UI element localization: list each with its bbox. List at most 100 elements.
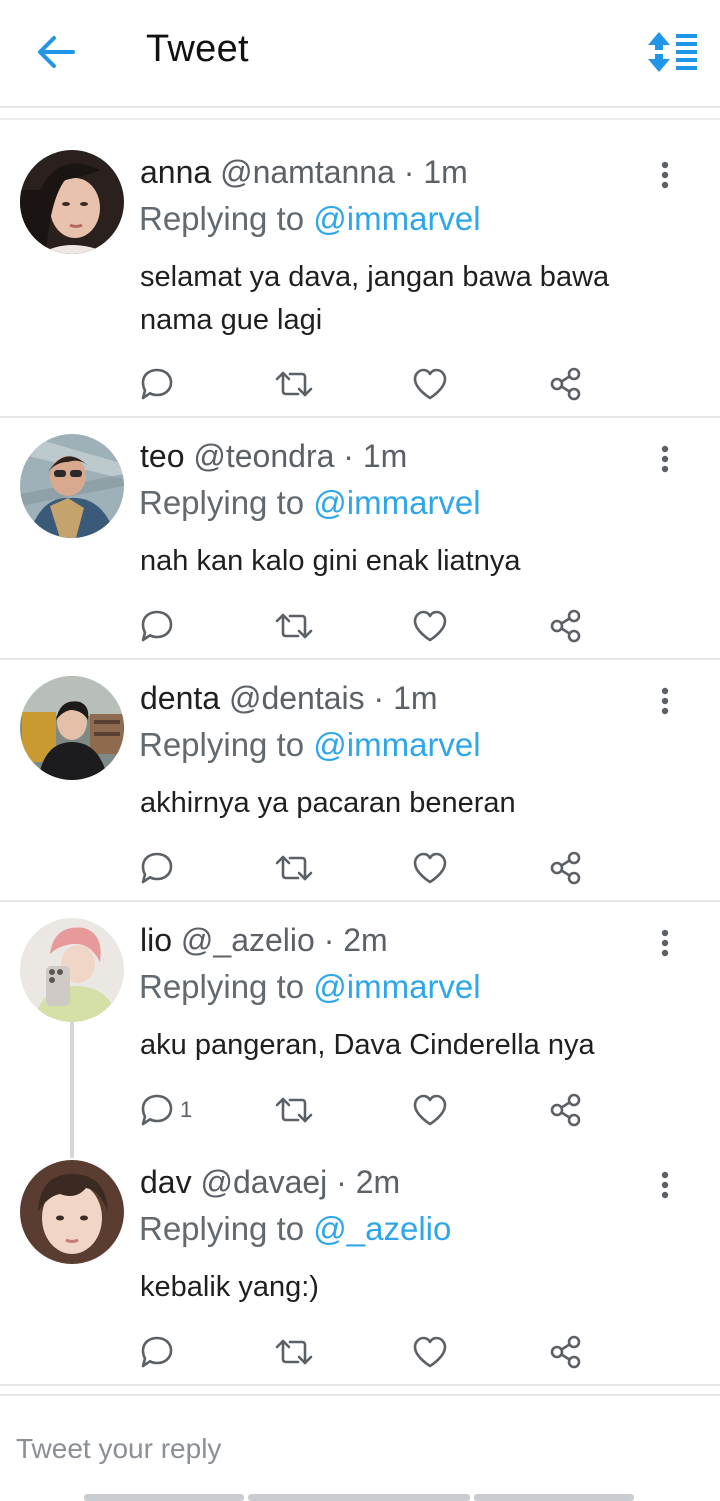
author-handle[interactable]: @davaej <box>200 1164 327 1200</box>
like-icon <box>413 368 447 400</box>
author-handle[interactable]: @_azelio <box>181 922 315 958</box>
like-button[interactable] <box>412 1332 448 1372</box>
replying-to-line: Replying to @immarvel <box>139 968 481 1006</box>
mention-link[interactable]: @immarvel <box>313 726 480 763</box>
nav-bar-segment <box>474 1494 634 1501</box>
author-handle[interactable]: @dentais <box>229 680 365 716</box>
avatar[interactable] <box>20 434 124 538</box>
reply-meta: dav @davaej · 2m <box>140 1164 400 1201</box>
replying-prefix: Replying to <box>139 200 305 237</box>
reply-count: 1 <box>180 1097 193 1122</box>
author-handle[interactable]: @teondra <box>193 438 334 474</box>
comment-button[interactable] <box>138 606 180 646</box>
more-options-button[interactable] <box>650 923 680 963</box>
meta-separator: · <box>336 1164 347 1200</box>
timestamp: 1m <box>362 438 408 474</box>
retweet-button[interactable] <box>274 1332 314 1372</box>
more-vertical-icon <box>661 687 669 715</box>
replying-prefix: Replying to <box>139 968 305 1005</box>
avatar-image <box>20 918 124 1022</box>
more-vertical-icon <box>661 161 669 189</box>
retweet-button[interactable] <box>274 848 314 888</box>
share-icon <box>550 609 581 643</box>
author-name[interactable]: dav <box>140 1164 192 1200</box>
share-icon <box>550 367 581 401</box>
reply-text: kebalik yang:) <box>140 1271 319 1303</box>
replying-prefix: Replying to <box>139 726 305 763</box>
like-button[interactable] <box>412 606 448 646</box>
timestamp: 2m <box>343 922 388 958</box>
comment-icon <box>141 1336 173 1368</box>
thread-connector <box>70 1022 74 1158</box>
timestamp: 1m <box>423 154 468 190</box>
retweet-icon <box>275 371 313 397</box>
reply-meta: anna @namtanna · 1m <box>140 154 468 191</box>
like-icon <box>413 1336 447 1368</box>
reply-text: nah kan kalo gini enak liatnya <box>140 545 521 577</box>
sort-toggle-icon <box>648 32 697 72</box>
divider <box>0 416 720 418</box>
replying-to-line: Replying to @_azelio <box>139 1210 451 1248</box>
reply-meta: lio @_azelio · 2m <box>140 922 388 959</box>
author-name[interactable]: lio <box>140 922 172 958</box>
more-options-button[interactable] <box>650 155 680 195</box>
author-name[interactable]: teo <box>140 438 184 474</box>
meta-separator: · <box>373 680 385 716</box>
back-button[interactable] <box>30 26 82 78</box>
like-icon <box>413 852 447 884</box>
mention-link[interactable]: @_azelio <box>313 1210 451 1247</box>
comment-button[interactable]: 1 <box>138 1090 192 1130</box>
author-name[interactable]: denta <box>140 680 220 716</box>
avatar[interactable] <box>20 1160 124 1264</box>
arrow-left-icon <box>38 36 75 68</box>
share-button[interactable] <box>548 364 584 404</box>
share-icon <box>550 1093 581 1127</box>
retweet-button[interactable] <box>274 364 314 404</box>
timestamp: 2m <box>355 1164 401 1200</box>
sort-button[interactable] <box>644 28 700 76</box>
reply-text: akhirnya ya pacaran beneran <box>140 787 516 819</box>
mention-link[interactable]: @immarvel <box>313 484 480 521</box>
comment-button[interactable] <box>138 364 180 404</box>
like-button[interactable] <box>412 1090 448 1130</box>
author-name[interactable]: anna <box>140 154 211 190</box>
more-vertical-icon <box>661 1171 669 1199</box>
share-button[interactable] <box>548 1332 584 1372</box>
like-button[interactable] <box>412 848 448 888</box>
share-button[interactable] <box>548 848 584 888</box>
mention-link[interactable]: @immarvel <box>313 968 480 1005</box>
nav-bar-segment <box>84 1494 244 1501</box>
divider <box>0 1384 720 1386</box>
like-button[interactable] <box>412 364 448 404</box>
more-options-button[interactable] <box>650 439 680 479</box>
reply-text: selamat ya dava, jangan bawa bawa nama g… <box>140 261 610 336</box>
page-title: Tweet <box>146 28 249 70</box>
avatar[interactable] <box>20 918 124 1022</box>
mention-link[interactable]: @immarvel <box>313 200 480 237</box>
author-handle[interactable]: @namtanna <box>220 154 395 190</box>
comment-icon <box>141 610 173 642</box>
avatar[interactable] <box>20 676 124 780</box>
comment-button[interactable] <box>138 1332 180 1372</box>
avatar-image <box>20 150 124 254</box>
retweet-icon <box>275 855 313 881</box>
more-options-button[interactable] <box>650 1165 680 1205</box>
timestamp: 1m <box>393 680 438 716</box>
avatar[interactable] <box>20 150 124 254</box>
nav-bar-segment <box>248 1494 470 1501</box>
avatar-image <box>20 1160 124 1264</box>
meta-separator: · <box>323 922 335 958</box>
reply-meta: teo @teondra · 1m <box>140 438 407 475</box>
comment-button[interactable] <box>138 848 180 888</box>
more-options-button[interactable] <box>650 681 680 721</box>
header-divider <box>0 118 720 120</box>
share-button[interactable] <box>548 1090 584 1130</box>
replying-to-line: Replying to @immarvel <box>139 200 481 238</box>
reply-compose-bar <box>0 1394 720 1501</box>
share-button[interactable] <box>548 606 584 646</box>
retweet-button[interactable] <box>274 1090 314 1130</box>
app-header: Tweet <box>0 0 720 108</box>
reply-input[interactable] <box>16 1426 676 1472</box>
retweet-button[interactable] <box>274 606 314 646</box>
meta-separator: · <box>403 154 415 190</box>
